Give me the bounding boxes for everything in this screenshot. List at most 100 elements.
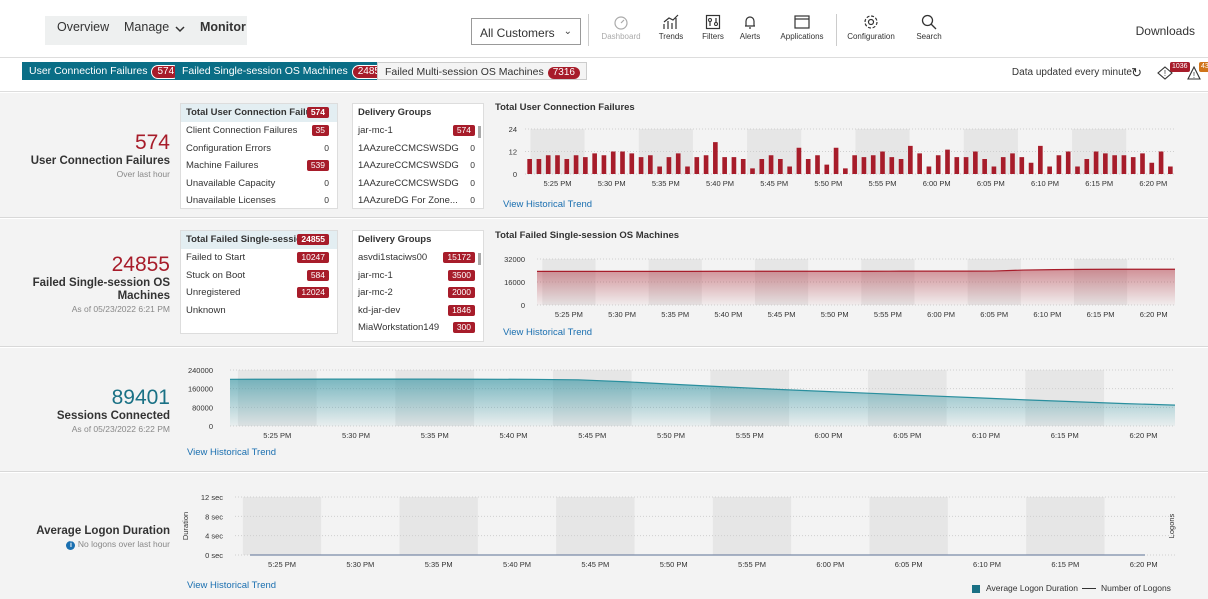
alerts-button[interactable]: Alerts [735,14,765,41]
x-tick-label: 5:40 PM [714,310,742,319]
failed-single-session-section: 24855 Failed Single-session OS Machines … [0,219,1208,347]
info-icon: i [66,541,76,550]
list-item[interactable]: Stuck on Boot 584 [181,267,337,285]
list-header[interactable]: Total Failed Single-session... 24855 [181,231,337,249]
list-item[interactable]: Unavailable Licenses 0 [181,192,337,210]
x-tick-label: 6:05 PM [895,560,923,569]
bar [657,166,662,174]
fsm-summary[interactable]: 24855 Failed Single-session OS Machines … [0,253,170,315]
tab-failed-multi-session[interactable]: Failed Multi-session OS Machines 7316 [377,62,587,80]
list-item[interactable]: Unknown [181,302,337,320]
list-item-label: Failed to Start [186,252,246,263]
list-item[interactable]: 1AAzureCCMCSWSDG 0 [353,175,483,193]
list-item[interactable]: Unregistered 12024 [181,284,337,302]
list-item[interactable]: jar-mc-1 574 [353,122,483,140]
list-header[interactable]: Total User Connection Failures 574 [181,104,337,122]
y-tick-label: 24 [509,125,517,134]
bar [759,159,765,174]
tab-user-connection-failures[interactable]: User Connection Failures 574 [22,62,187,80]
list-item[interactable]: Failed to Start 10247 [181,249,337,267]
list-item-value: 15172 [443,252,475,263]
fsm-area-chart: 0 16000 32000 5:25 PM 5:30 PM 5:35 PM 5:40 PM 5… [504,255,1176,319]
applications-button[interactable]: Applications [775,14,829,41]
bar [1121,155,1127,174]
list-item[interactable]: Unavailable Capacity 0 [181,175,337,193]
trends-button[interactable]: Trends [653,14,689,41]
view-historical-trend-link[interactable]: View Historical Trend [503,327,592,338]
view-historical-trend-link[interactable]: View Historical Trend [503,199,592,210]
search-button[interactable]: Search [913,14,945,41]
x-tick-label: 5:25 PM [263,431,291,440]
x-tick-label: 5:30 PM [598,179,626,188]
customer-select[interactable]: All Customers ⌄ [471,18,581,45]
filters-icon [705,14,721,30]
configuration-button[interactable]: Configuration [845,14,897,41]
logon-sub-text: No logons over last hour [77,539,170,549]
bar [1158,151,1164,174]
bar [1000,157,1006,174]
x-tick-label: 5:25 PM [555,310,583,319]
x-tick-label: 6:00 PM [927,310,955,319]
x-tick-label: 6:20 PM [1130,560,1158,569]
bar [917,153,922,174]
list-item[interactable]: 1AAzureCCMCSWSDG 0 [353,157,483,175]
bar [545,155,551,174]
bar [843,168,848,174]
bar [889,157,895,174]
list-item[interactable]: MiaWorkstation149 300 [353,319,483,337]
bar [638,157,644,174]
chevron-down-icon[interactable] [175,22,185,36]
list-header-label: Total User Connection Failures [186,107,326,118]
search-icon [921,14,937,30]
x-tick-label: 5:55 PM [869,179,897,188]
view-historical-trend-link[interactable]: View Historical Trend [187,447,276,458]
sessions-summary[interactable]: 89401 Sessions Connected As of 05/23/202… [0,386,170,435]
bar [898,159,904,174]
x-tick-label: 5:40 PM [706,179,734,188]
logon-line-chart: 0 sec 4 sec 8 sec 12 sec 5:25 PM 5:30 PM 5:35 … [181,493,1176,569]
list-item[interactable]: kd-jar-dev 1846 [353,302,483,320]
x-tick-label: 5:30 PM [342,431,370,440]
trends-label: Trends [658,32,684,41]
bar [963,157,969,174]
tab-overview[interactable]: Overview [57,20,109,34]
filters-button[interactable]: Filters [697,14,729,41]
list-item[interactable]: Client Connection Failures 35 [181,122,337,140]
list-item-value: 3500 [448,269,475,281]
bar [1093,151,1099,174]
list-item[interactable]: jar-mc-2 2000 [353,284,483,302]
list-item[interactable]: 1AAzureDG For Zone... 0 [353,192,483,210]
fsm-breakdown-list: Total Failed Single-session... 24855 Fail… [180,230,338,334]
bar [852,155,857,174]
refresh-icon[interactable]: ↻ [1131,65,1142,81]
warning-alert-count: 43 [1199,62,1208,72]
sessions-label: Sessions Connected [56,410,170,422]
alerts-icon [745,16,755,29]
downloads-link[interactable]: Downloads [1136,24,1195,38]
list-item[interactable]: asvdi1staciws00 15172 [353,249,483,267]
list-item[interactable]: jar-mc-1 3500 [353,267,483,285]
list-item[interactable]: 1AAzureCCMCSWSDG 0 [353,140,483,158]
dashboard-button[interactable]: Dashboard [601,14,641,41]
view-historical-trend-link[interactable]: View Historical Trend [187,580,276,591]
tab-monitor[interactable]: Monitor [200,20,246,34]
bar [787,166,792,174]
list-header-value: 24855 [297,234,329,245]
customer-select-value: All Customers [480,26,555,40]
logon-summary[interactable]: Average Logon Duration i No logons over … [0,525,170,550]
list-item[interactable]: Machine Failures 539 [181,157,337,175]
list-item-label: asvdi1staciws00 [358,252,428,263]
fsm-label: Failed Single-session OS [32,277,170,289]
y-tick-label: 0 [209,422,213,431]
bar [1065,151,1071,174]
bar [973,151,978,174]
list-item[interactable]: Configuration Errors 0 [181,140,337,158]
bar [870,155,876,174]
tab-manage[interactable]: Manage [124,20,169,34]
x-tick-label: 6:10 PM [972,431,1000,440]
bar [610,151,616,174]
ucf-summary[interactable]: 574 User Connection Failures Over last h… [0,131,170,180]
bar [564,159,570,174]
x-tick-label: 5:55 PM [738,560,766,569]
tab-failed-single-session[interactable]: Failed Single-session OS Machines 24855 [175,62,398,80]
